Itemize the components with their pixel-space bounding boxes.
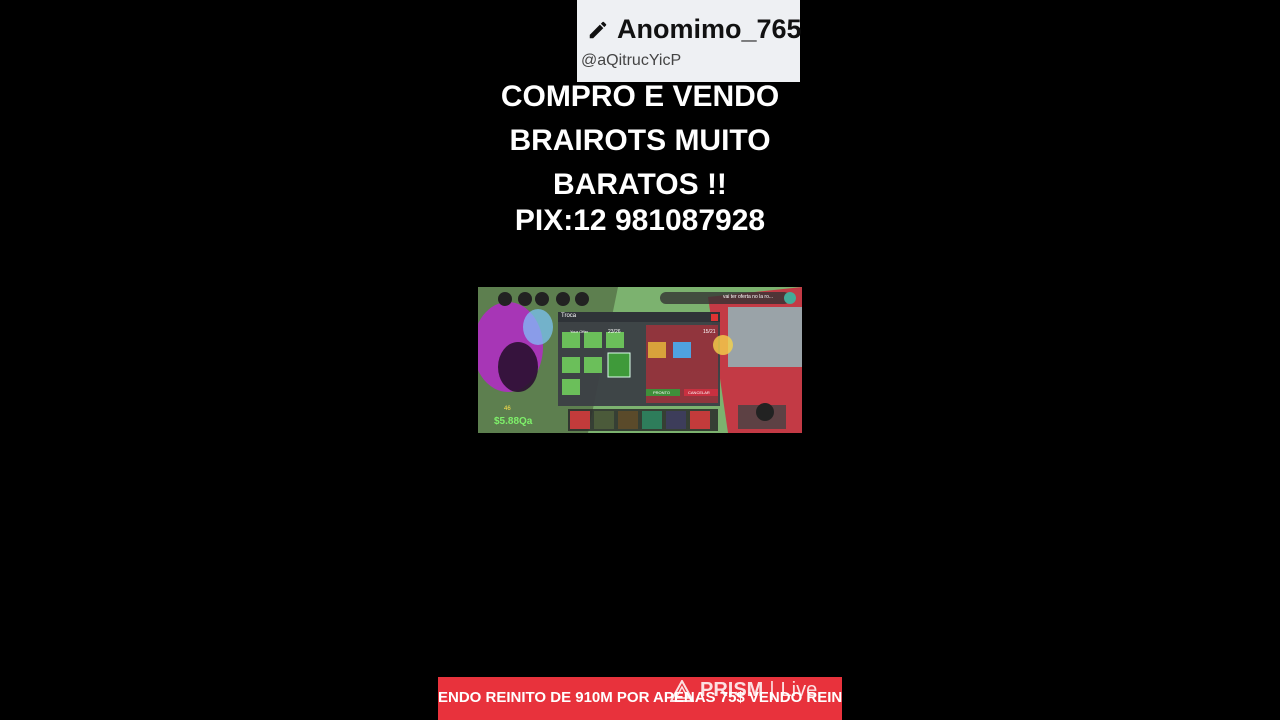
prism-separator: |	[769, 679, 775, 701]
profile-name-row: Anomimo_765	[587, 14, 802, 45]
username: Anomimo_765	[617, 14, 802, 44]
prism-logo-icon	[670, 679, 694, 702]
game-scene	[478, 287, 802, 433]
game-screenshot: Troca Your Offer 23/26 15/21 vai ter ofe…	[478, 287, 802, 433]
accept-button[interactable]: PRONTO	[653, 390, 670, 395]
prism-live-label: Live	[780, 679, 818, 701]
profile-card: Anomimo_765 @aQitrucYicP	[577, 0, 802, 82]
chat-message: vai ter oferta no la ro...	[723, 294, 774, 300]
caption-line-2: BRAIROTS MUITO	[509, 124, 771, 157]
caption-line-4: PIX:12 981087928	[514, 204, 766, 237]
cancel-button[interactable]: CANCELAR	[688, 390, 710, 395]
trade-title: Troca	[561, 313, 577, 319]
caption-line-1: COMPRO E VENDO	[500, 80, 780, 113]
prism-brand: PRISM	[700, 679, 764, 701]
money-counter: $5.88Qa	[494, 416, 533, 427]
pencil-icon	[589, 21, 607, 38]
prism-live-watermark: PRISM | Live	[670, 679, 817, 702]
caption-line-3: BARATOS !!	[553, 168, 727, 201]
level-counter: 46	[504, 406, 511, 412]
your-item-count: 23/26	[608, 329, 621, 335]
live-ticker-banner: ENDO REINITO DE 910M POR APENAS 75$ VEND…	[438, 677, 842, 720]
their-item-count: 15/21	[703, 329, 716, 335]
your-offer-label: Your Offer	[570, 329, 589, 334]
user-handle: @aQitrucYicP	[581, 52, 682, 69]
